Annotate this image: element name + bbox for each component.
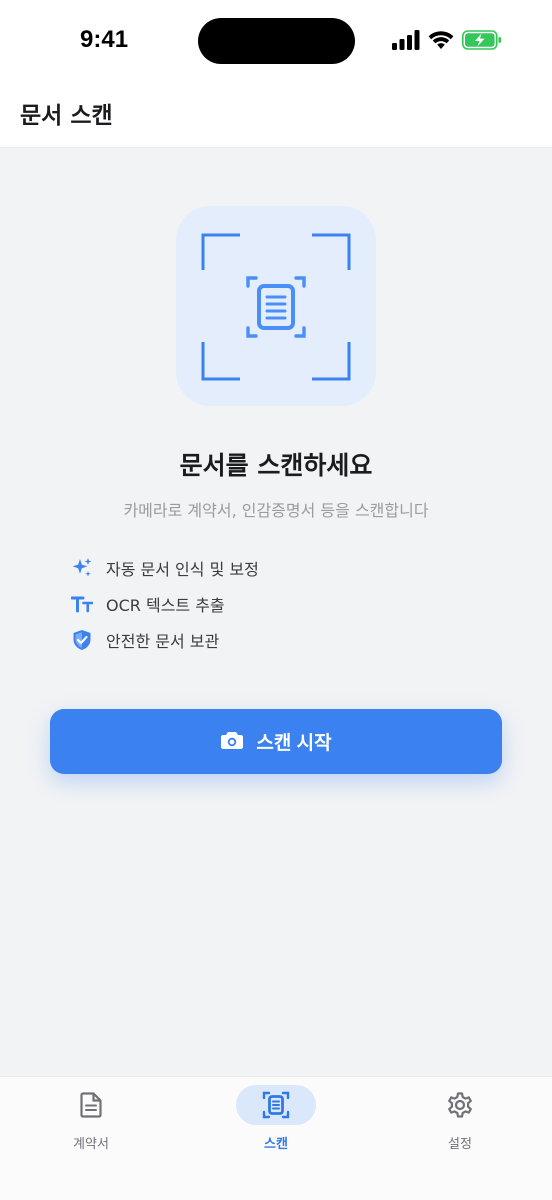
feature-label: OCR 텍스트 추출 xyxy=(106,596,225,615)
tab-label: 스캔 xyxy=(264,1137,288,1152)
tab-bar: 계약서 스캔 설정 xyxy=(0,1076,552,1200)
feature-item-ocr: OCR 텍스트 추출 xyxy=(70,586,259,622)
document-scan-icon xyxy=(201,233,351,381)
text-size-icon xyxy=(70,592,94,616)
start-scan-button[interactable]: 스캔 시작 xyxy=(50,709,502,774)
page-title: 문서 스캔 xyxy=(20,103,113,129)
shield-check-icon xyxy=(70,628,94,652)
cellular-signal-icon xyxy=(392,30,420,50)
feature-item-secure-storage: 안전한 문서 보관 xyxy=(70,622,259,658)
status-time: 9:41 xyxy=(80,26,129,53)
scan-subheading: 카메라로 계약서, 인감증명서 등을 스캔합니다 xyxy=(123,501,429,520)
feature-label: 안전한 문서 보관 xyxy=(106,632,220,651)
home-indicator xyxy=(186,1187,366,1192)
wifi-icon xyxy=(428,31,454,49)
tab-contracts[interactable]: 계약서 xyxy=(36,1085,146,1165)
feature-item-auto-detect: 자동 문서 인식 및 보정 xyxy=(70,550,259,586)
feature-label: 자동 문서 인식 및 보정 xyxy=(106,560,259,579)
sparkles-icon xyxy=(70,556,94,580)
status-bar: 9:41 xyxy=(0,0,552,82)
battery-charging-icon xyxy=(462,30,501,50)
tab-scan[interactable]: 스캔 xyxy=(221,1085,331,1165)
scan-icon xyxy=(262,1091,290,1119)
tab-settings[interactable]: 설정 xyxy=(405,1085,515,1165)
scan-illustration xyxy=(176,206,376,406)
dynamic-island xyxy=(198,18,355,64)
scan-main: 문서를 스캔하세요 카메라로 계약서, 인감증명서 등을 스캔합니다 자동 문서… xyxy=(0,148,552,1076)
document-icon xyxy=(80,1092,102,1118)
scan-heading: 문서를 스캔하세요 xyxy=(179,451,373,480)
tab-label: 계약서 xyxy=(73,1137,109,1152)
feature-list: 자동 문서 인식 및 보정 OCR 텍스트 추출 안전한 문서 보관 xyxy=(70,550,259,658)
status-icons xyxy=(392,28,502,52)
camera-icon xyxy=(220,730,244,753)
start-scan-button-label: 스캔 시작 xyxy=(256,733,332,754)
app-header: 문서 스캔 xyxy=(0,82,552,148)
tab-label: 설정 xyxy=(448,1137,472,1152)
gear-icon xyxy=(448,1092,472,1118)
